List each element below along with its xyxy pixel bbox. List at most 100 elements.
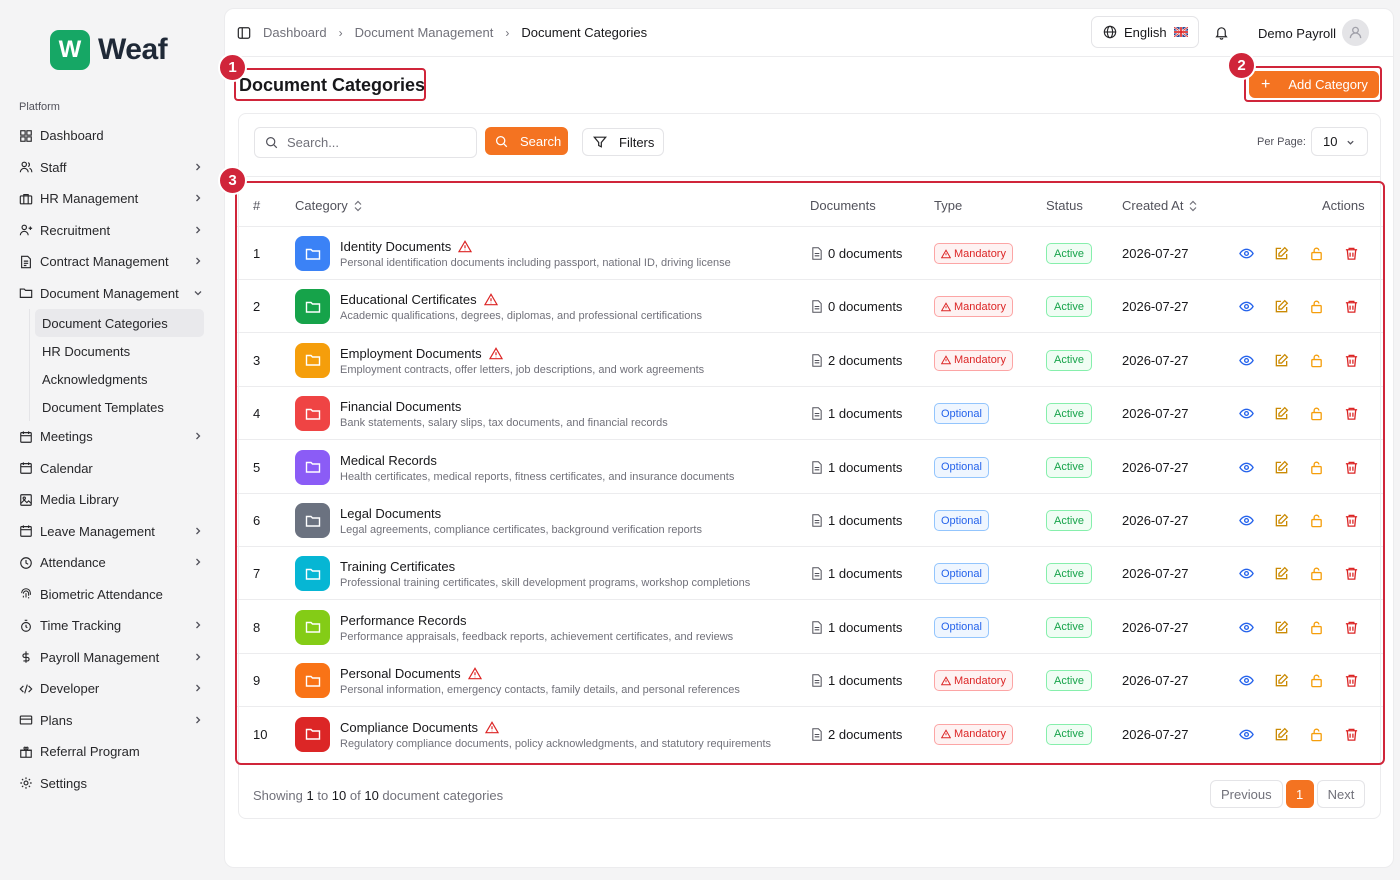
sidebar-item-meetings[interactable]: Meetings (12, 421, 212, 453)
sidebar-item-recruitment[interactable]: Recruitment (12, 215, 212, 247)
main-panel: Dashboard › Document Management › Docume… (218, 8, 1394, 868)
annotation-badge-3: 3 (218, 166, 247, 195)
documents-count-text: 1 documents (828, 619, 903, 635)
lock-icon[interactable] (1309, 566, 1324, 581)
sidebar-item-label: HR Management (40, 191, 139, 207)
category-name: Performance Records (340, 613, 466, 628)
edit-icon[interactable] (1274, 620, 1289, 635)
lock-icon[interactable] (1309, 299, 1324, 314)
warning-icon (941, 248, 951, 258)
delete-icon[interactable] (1344, 299, 1359, 314)
delete-icon[interactable] (1344, 566, 1359, 581)
sidebar-item-contract-management[interactable]: Contract Management (12, 246, 212, 278)
documents-count: 1 documents (811, 460, 902, 475)
edit-icon[interactable] (1274, 727, 1289, 742)
bell-icon[interactable] (1214, 25, 1229, 40)
sidebar-toggle-icon[interactable] (237, 26, 251, 40)
row-number: 8 (253, 619, 261, 635)
edit-icon[interactable] (1274, 513, 1289, 528)
edit-icon[interactable] (1274, 460, 1289, 475)
edit-icon[interactable] (1274, 246, 1289, 261)
sidebar-item-staff[interactable]: Staff (12, 152, 212, 184)
breadcrumb-document-management[interactable]: Document Management (355, 25, 494, 40)
sidebar-item-media-library[interactable]: Media Library (12, 484, 212, 516)
lock-icon[interactable] (1309, 620, 1324, 635)
category-name-text: Medical Records (340, 452, 437, 468)
category-name-text: Financial Documents (340, 399, 462, 415)
per-page-select[interactable]: 10 (1311, 127, 1368, 156)
search-button[interactable]: Search (485, 127, 568, 155)
lock-icon[interactable] (1309, 406, 1324, 421)
lock-icon[interactable] (1309, 673, 1324, 688)
view-icon[interactable] (1239, 406, 1254, 421)
per-page-label: Per Page: (1257, 136, 1306, 148)
sidebar-item-plans[interactable]: Plans (12, 705, 212, 737)
edit-icon[interactable] (1274, 299, 1289, 314)
search-input[interactable]: Search... (254, 127, 477, 158)
delete-icon[interactable] (1344, 673, 1359, 688)
user-name[interactable]: Demo Payroll (1258, 26, 1336, 41)
warning-icon (941, 675, 951, 685)
breadcrumb-dashboard[interactable]: Dashboard (263, 25, 327, 40)
lock-icon[interactable] (1309, 246, 1324, 261)
view-icon[interactable] (1239, 727, 1254, 742)
col-created[interactable]: Created At (1122, 198, 1198, 213)
edit-icon[interactable] (1274, 406, 1289, 421)
sidebar-item-document-management[interactable]: Document Management (12, 278, 212, 310)
previous-button[interactable]: Previous (1210, 780, 1283, 808)
delete-icon[interactable] (1344, 727, 1359, 742)
sidebar-item-leave-management[interactable]: Leave Management (12, 516, 212, 548)
status-badge: Active (1046, 403, 1092, 425)
sidebar-item-settings[interactable]: Settings (12, 768, 212, 800)
sidebar-item-calendar[interactable]: Calendar (12, 453, 212, 485)
view-icon[interactable] (1239, 299, 1254, 314)
col-created-label: Created At (1122, 198, 1184, 213)
lock-icon[interactable] (1309, 727, 1324, 742)
sidebar-item-payroll-management[interactable]: Payroll Management (12, 642, 212, 674)
table-row: 5 Medical Records Health certificates, med… (237, 441, 1383, 494)
view-icon[interactable] (1239, 246, 1254, 261)
sidebar-subitem-document-categories[interactable]: Document Categories (35, 309, 204, 337)
sidebar-item-attendance[interactable]: Attendance (12, 547, 212, 579)
lock-icon[interactable] (1309, 353, 1324, 368)
sidebar-item-label: Biometric Attendance (40, 586, 163, 602)
sidebar-subitem-document-templates[interactable]: Document Templates (35, 393, 204, 421)
documents-count-text: 1 documents (828, 566, 903, 582)
edit-icon[interactable] (1274, 566, 1289, 581)
sidebar-item-dashboard[interactable]: Dashboard (12, 120, 212, 152)
view-icon[interactable] (1239, 566, 1254, 581)
delete-icon[interactable] (1344, 353, 1359, 368)
logo[interactable]: W Weaf (50, 30, 168, 70)
view-icon[interactable] (1239, 353, 1254, 368)
table-row: 10 Compliance Documents Regulatory complia… (237, 708, 1383, 761)
filters-button[interactable]: Filters (582, 128, 664, 156)
language-selector[interactable]: English (1091, 16, 1199, 48)
row-number: 9 (253, 673, 261, 689)
filters-button-label: Filters (619, 134, 655, 150)
next-button[interactable]: Next (1316, 780, 1366, 808)
sidebar-subitem-acknowledgments[interactable]: Acknowledgments (35, 365, 204, 393)
lock-icon[interactable] (1309, 460, 1324, 475)
view-icon[interactable] (1239, 673, 1254, 688)
page-1-button[interactable]: 1 (1285, 780, 1314, 808)
sidebar-subitem-hr-documents[interactable]: HR Documents (35, 337, 204, 365)
delete-icon[interactable] (1344, 246, 1359, 261)
delete-icon[interactable] (1344, 406, 1359, 421)
sidebar-item-hr-management[interactable]: HR Management (12, 183, 212, 215)
lock-icon[interactable] (1309, 513, 1324, 528)
delete-icon[interactable] (1344, 620, 1359, 635)
sidebar-item-developer[interactable]: Developer (12, 673, 212, 705)
delete-icon[interactable] (1344, 513, 1359, 528)
edit-icon[interactable] (1274, 353, 1289, 368)
sidebar-item-biometric-attendance[interactable]: Biometric Attendance (12, 579, 212, 611)
delete-icon[interactable] (1344, 460, 1359, 475)
view-icon[interactable] (1239, 513, 1254, 528)
avatar[interactable] (1342, 19, 1369, 46)
sidebar-item-referral-program[interactable]: Referral Program (12, 736, 212, 768)
view-icon[interactable] (1239, 460, 1254, 475)
showing-from: 1 (306, 788, 314, 803)
sidebar-item-time-tracking[interactable]: Time Tracking (12, 610, 212, 642)
col-category[interactable]: Category (295, 198, 363, 213)
view-icon[interactable] (1239, 620, 1254, 635)
edit-icon[interactable] (1274, 673, 1289, 688)
